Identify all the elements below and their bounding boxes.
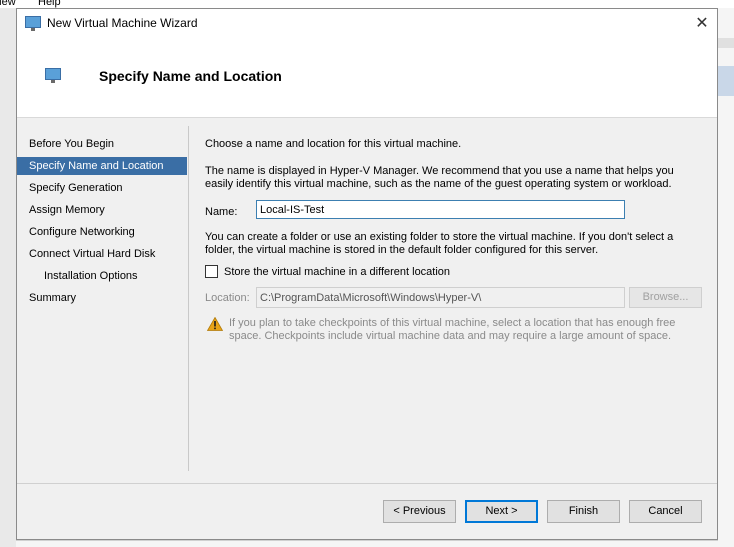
wizard-dialog: New Virtual Machine Wizard ✕ Specify Nam… [16, 8, 718, 540]
nav-item-before-you-begin[interactable]: Before You Begin [17, 135, 187, 153]
wizard-steps-nav: Before You Begin Specify Name and Locati… [17, 118, 189, 478]
location-label: Location: [205, 292, 250, 304]
background-selected-strip [718, 66, 734, 96]
nav-item-connect-virtual-hard-disk[interactable]: Connect Virtual Hard Disk [17, 245, 187, 263]
background-menu-help: Help [38, 0, 61, 8]
background-strip [718, 38, 734, 48]
next-button[interactable]: Next > [465, 500, 538, 523]
close-icon: ✕ [695, 15, 709, 32]
description-text: The name is displayed in Hyper-V Manager… [205, 165, 674, 190]
vm-monitor-icon [25, 16, 41, 31]
title-bar[interactable]: New Virtual Machine Wizard ✕ [17, 9, 717, 38]
location-input[interactable] [256, 287, 625, 308]
browse-button[interactable]: Browse... [629, 287, 702, 308]
background-menubar: View Help [0, 0, 734, 8]
footer-divider [17, 483, 717, 484]
nav-divider [188, 126, 189, 471]
nav-item-assign-memory[interactable]: Assign Memory [17, 201, 187, 219]
background-bottom-strip [16, 540, 718, 547]
wizard-header: Specify Name and Location [17, 38, 717, 118]
nav-item-configure-networking[interactable]: Configure Networking [17, 223, 187, 241]
cancel-button[interactable]: Cancel [629, 500, 702, 523]
nav-item-specify-generation[interactable]: Specify Generation [17, 179, 187, 197]
name-label: Name: [205, 206, 238, 218]
folder-info-text: You can create a folder or use an existi… [205, 231, 674, 256]
nav-item-summary[interactable]: Summary [17, 289, 187, 307]
store-different-location-checkbox[interactable] [205, 265, 218, 278]
checkpoint-warning-text: If you plan to take checkpoints of this … [229, 317, 676, 342]
background-menu-view: View [0, 0, 16, 8]
vm-monitor-icon [45, 68, 61, 83]
store-different-location-label[interactable]: Store the virtual machine in a different… [224, 266, 450, 278]
page-title: Specify Name and Location [99, 68, 282, 84]
previous-button[interactable]: < Previous [383, 500, 456, 523]
background-right-panel [718, 8, 734, 547]
name-input[interactable] [256, 200, 625, 219]
nav-item-specify-name-and-location[interactable]: Specify Name and Location [17, 157, 187, 175]
finish-button[interactable]: Finish [547, 500, 620, 523]
close-button[interactable]: ✕ [687, 9, 717, 38]
nav-item-installation-options[interactable]: Installation Options [17, 267, 187, 285]
window-title: New Virtual Machine Wizard [47, 16, 198, 30]
warning-icon [207, 317, 223, 331]
intro-text: Choose a name and location for this virt… [205, 138, 462, 150]
background-left-panel [0, 8, 17, 547]
